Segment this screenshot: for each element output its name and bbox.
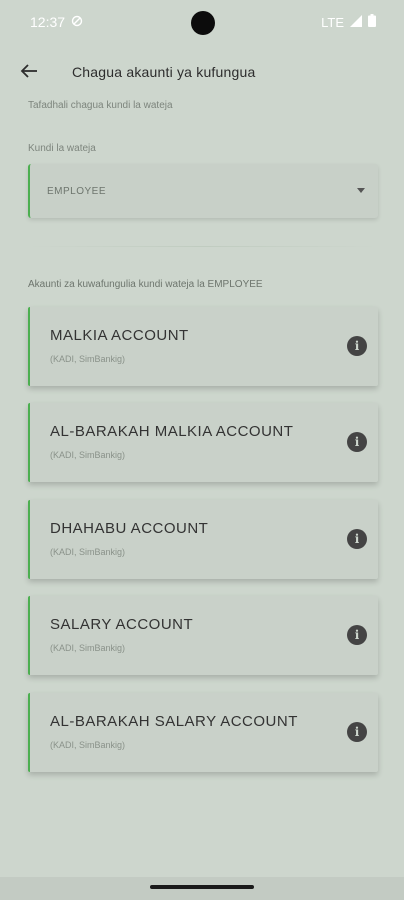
signal-icon — [350, 14, 362, 30]
customer-group-label: Kundi la wateja — [28, 143, 96, 154]
account-channels: (KADI, SimBankig) — [50, 354, 126, 364]
account-name: MALKIA ACCOUNT — [50, 327, 189, 344]
account-name: SALARY ACCOUNT — [50, 616, 194, 633]
status-left: 12:37 — [30, 14, 83, 30]
account-card[interactable]: AL-BARAKAH MALKIA ACCOUNT (KADI, SimBank… — [28, 403, 378, 482]
account-card[interactable]: SALARY ACCOUNT (KADI, SimBankig) i — [28, 596, 378, 675]
accounts-heading: Akaunti za kuwafungulia kundi wateja la … — [28, 279, 263, 290]
instruction-text: Tafadhali chagua kundi la wateja — [28, 100, 173, 111]
back-button[interactable] — [16, 60, 42, 86]
info-icon[interactable]: i — [347, 625, 367, 645]
account-name: AL-BARAKAH SALARY ACCOUNT — [50, 713, 298, 730]
account-card[interactable]: AL-BARAKAH SALARY ACCOUNT (KADI, SimBank… — [28, 693, 378, 772]
camera-cutout — [191, 11, 215, 35]
account-channels: (KADI, SimBankig) — [50, 450, 126, 460]
caret-down-icon — [357, 188, 365, 193]
dropdown-selected-value: EMPLOYEE — [47, 185, 107, 197]
account-channels: (KADI, SimBankig) — [50, 643, 126, 653]
account-channels: (KADI, SimBankig) — [50, 547, 126, 557]
account-name: AL-BARAKAH MALKIA ACCOUNT — [50, 423, 294, 440]
app-header: Chagua akaunti ya kufungua — [0, 56, 404, 90]
account-card[interactable]: DHAHABU ACCOUNT (KADI, SimBankig) i — [28, 500, 378, 579]
page-title: Chagua akaunti ya kufungua — [72, 64, 256, 80]
home-indicator[interactable] — [150, 885, 254, 889]
status-time: 12:37 — [30, 14, 66, 30]
info-icon[interactable]: i — [347, 336, 367, 356]
customer-group-dropdown[interactable]: EMPLOYEE — [28, 164, 378, 218]
info-icon[interactable]: i — [347, 432, 367, 452]
info-icon[interactable]: i — [347, 529, 367, 549]
arrow-left-icon — [20, 63, 38, 84]
account-name: DHAHABU ACCOUNT — [50, 520, 209, 537]
do-not-disturb-icon — [71, 14, 83, 30]
info-icon[interactable]: i — [347, 722, 367, 742]
status-right: LTE — [321, 14, 376, 30]
battery-icon — [368, 14, 376, 30]
network-type: LTE — [321, 14, 344, 30]
account-card[interactable]: MALKIA ACCOUNT (KADI, SimBankig) i — [28, 307, 378, 386]
account-channels: (KADI, SimBankig) — [50, 740, 126, 750]
divider — [28, 246, 378, 247]
